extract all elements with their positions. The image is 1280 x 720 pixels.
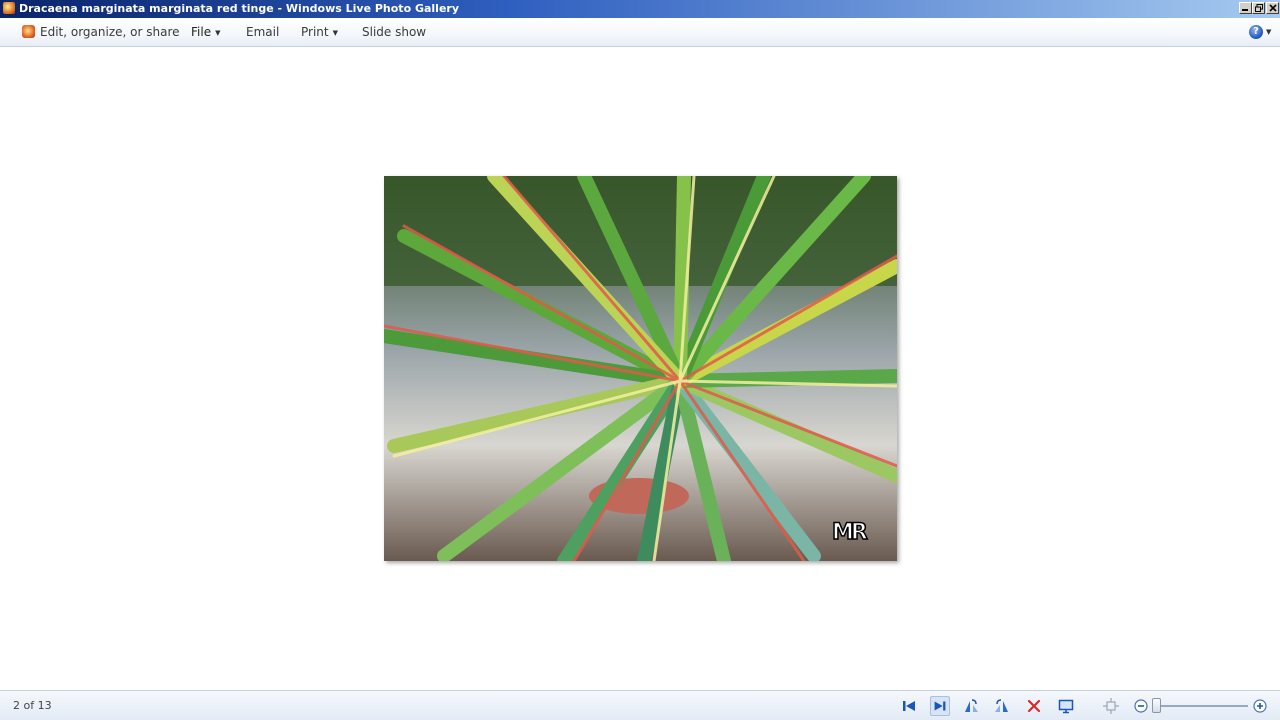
bottom-toolbar: 2 of 13 [0,690,1280,720]
chevron-down-icon: ▼ [332,29,338,37]
minimize-button[interactable] [1239,2,1252,14]
zoom-slider-track[interactable] [1160,705,1248,707]
print-menu[interactable]: Print ▼ [301,18,338,47]
zoom-in-button[interactable] [1250,696,1270,716]
close-button[interactable] [1266,2,1279,14]
rotate-clockwise-icon [995,699,1008,712]
zoom-in-icon [1253,699,1267,713]
file-menu[interactable]: File ▼ [191,18,220,47]
email-button[interactable]: Email [246,18,279,47]
photo-gallery-app-icon[interactable] [3,2,15,14]
menu-bar: Edit, organize, or share File ▼ Email Pri… [0,18,1280,47]
next-button[interactable] [930,696,950,716]
print-label: Print [301,25,329,39]
zoom-slider-thumb[interactable] [1152,698,1161,713]
delete-icon [1027,699,1041,713]
plant-photo [384,176,897,561]
actual-size-button[interactable] [1101,696,1121,716]
photo-viewer-image[interactable] [384,176,897,561]
next-icon [934,701,946,711]
slide-show-button[interactable]: Slide show [362,18,426,47]
photo-gallery-icon [22,25,35,38]
chevron-down-icon: ▼ [215,29,221,37]
title-bar: Dracaena marginata marginata red tinge -… [0,0,1280,18]
zoom-out-button[interactable] [1131,696,1151,716]
delete-button[interactable] [1024,696,1044,716]
window-title: Dracaena marginata marginata red tinge -… [19,2,459,15]
file-menu-label: File [191,25,212,39]
email-label: Email [246,25,280,39]
previous-button[interactable] [899,696,919,716]
help-icon[interactable]: ? [1249,25,1263,39]
rotate-counterclockwise-icon [965,699,978,712]
rotate-counterclockwise-button[interactable] [961,696,981,716]
image-counter: 2 of 13 [13,699,52,712]
play-slideshow-icon [1058,699,1074,714]
help-chevron-down-icon[interactable]: ▼ [1266,28,1271,36]
photo-watermark: MR [831,519,868,546]
actual-size-icon [1103,698,1119,714]
slide-show-label: Slide show [362,25,427,39]
restore-button[interactable] [1252,2,1265,14]
edit-organize-share-button[interactable]: Edit, organize, or share [22,18,180,47]
play-slideshow-button[interactable] [1056,696,1076,716]
previous-icon [903,701,915,711]
rotate-clockwise-button[interactable] [992,696,1012,716]
edit-organize-share-label: Edit, organize, or share [40,25,180,39]
zoom-out-icon [1134,699,1148,713]
